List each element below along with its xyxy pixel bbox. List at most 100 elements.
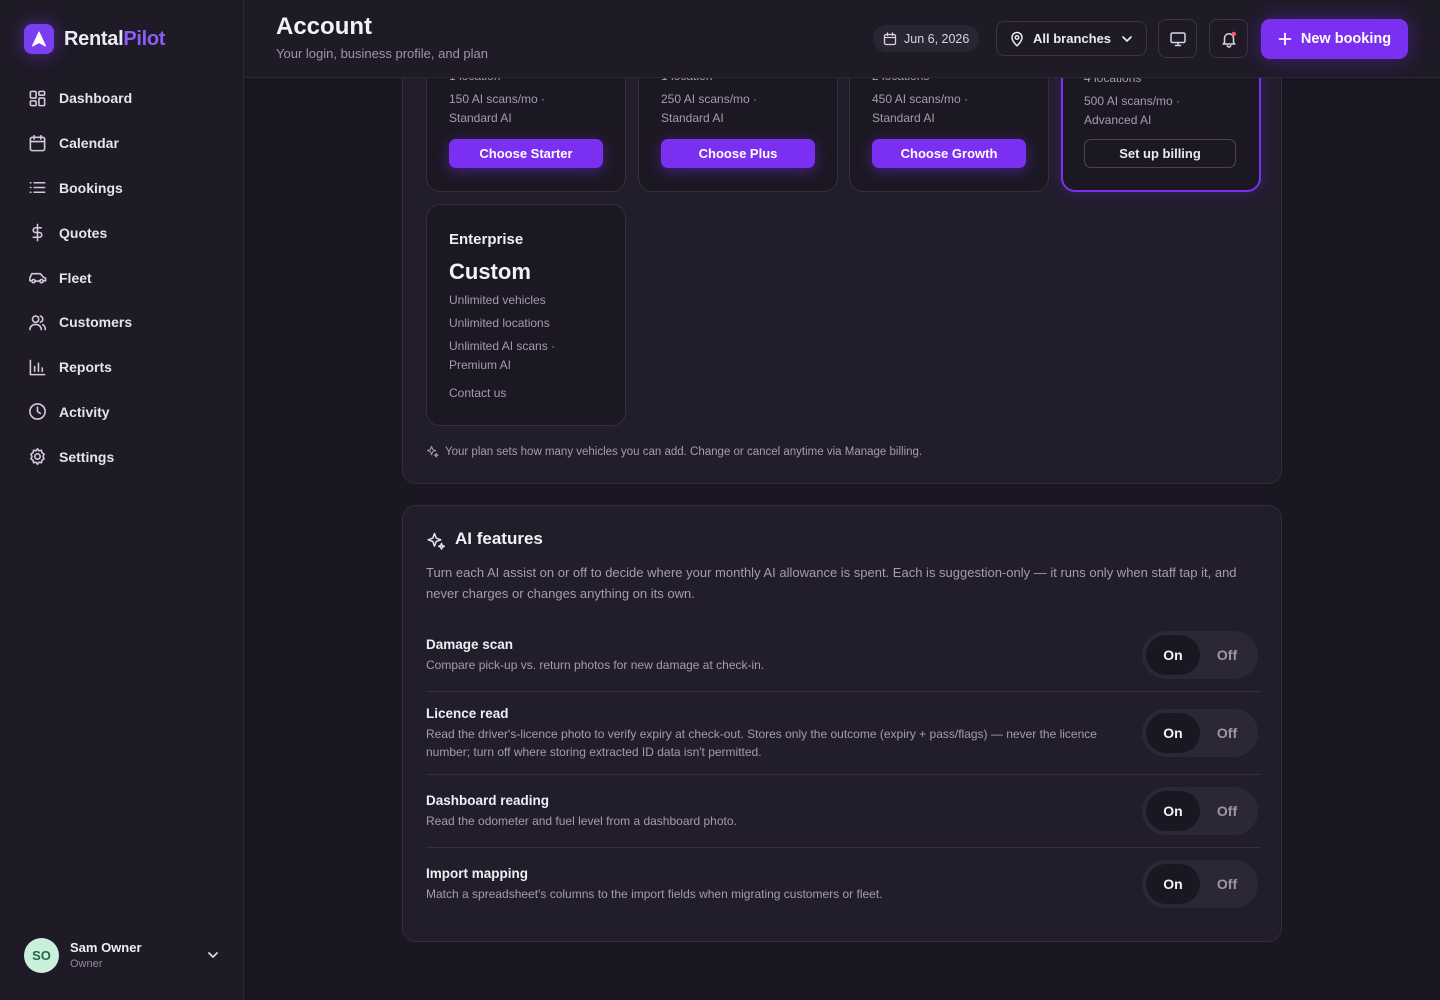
- users-icon: [29, 315, 47, 331]
- location-pin-icon: [1011, 31, 1023, 47]
- ai-feature-damage-scan: Damage scan Compare pick-up vs. return p…: [426, 637, 1260, 674]
- sidebar-nav: Dashboard Calendar Bookings Quotes Fleet…: [16, 76, 228, 479]
- damage-scan-toggle[interactable]: On Off: [1142, 631, 1258, 679]
- ai-feature-licence-read: Licence read Read the driver's-licence p…: [426, 706, 1260, 761]
- car-icon: [29, 272, 47, 284]
- display-mode-button[interactable]: [1158, 19, 1197, 58]
- chevron-down-icon: [1122, 35, 1132, 42]
- plan-scans: 150 AI scans/mo ·: [449, 92, 546, 106]
- ai-features-title: AI features: [455, 529, 543, 548]
- feature-title: Dashboard reading: [426, 793, 550, 808]
- ai-features-description: Turn each AI assist on or off to decide …: [426, 565, 1237, 601]
- toggle-off[interactable]: Off: [1200, 713, 1254, 753]
- plan-card-enterprise: Enterprise Custom Unlimited vehicles Unl…: [426, 204, 626, 426]
- avatar: SO: [24, 937, 59, 973]
- plan-scans: Unlimited AI scans ·: [449, 339, 556, 353]
- sidebar-item-fleet[interactable]: Fleet: [16, 255, 228, 300]
- grid-icon: [29, 90, 46, 107]
- sidebar-item-dashboard[interactable]: Dashboard: [16, 76, 228, 121]
- contact-us-link[interactable]: Contact us: [449, 384, 506, 403]
- choose-starter-button[interactable]: Choose Starter: [449, 139, 603, 168]
- choose-plus-button[interactable]: Choose Plus: [661, 139, 815, 168]
- page-title: Account: [276, 13, 372, 40]
- brand[interactable]: RentalPilot: [24, 24, 165, 54]
- sparkle-icon: [426, 445, 439, 458]
- sidebar: RentalPilot Dashboard Calendar Bookings …: [0, 0, 244, 1000]
- toggle-on[interactable]: On: [1146, 864, 1200, 904]
- gear-icon: [30, 448, 45, 466]
- user-menu[interactable]: SO Sam Owner Owner: [24, 937, 220, 973]
- toggle-off[interactable]: Off: [1200, 864, 1254, 904]
- sidebar-item-label: Activity: [59, 403, 110, 420]
- plus-icon: [1278, 32, 1292, 46]
- set-up-billing-button[interactable]: Set up billing: [1084, 139, 1236, 168]
- sidebar-item-label: Dashboard: [59, 90, 133, 107]
- list-icon: [29, 182, 46, 194]
- choose-growth-button[interactable]: Choose Growth: [872, 139, 1026, 168]
- calendar-icon: [29, 134, 46, 152]
- divider: [426, 691, 1260, 692]
- plan-scans: 450 AI scans/mo ·: [872, 92, 969, 106]
- sidebar-item-settings[interactable]: Settings: [16, 434, 228, 479]
- user-name: Sam Owner: [70, 940, 142, 955]
- brand-name: RentalPilot: [64, 27, 166, 50]
- clock-icon: [29, 403, 46, 421]
- notifications-button[interactable]: [1209, 19, 1248, 58]
- feature-description: Match a spreadsheet's columns to the imp…: [426, 887, 883, 901]
- ai-feature-import-mapping: Import mapping Match a spreadsheet's col…: [426, 866, 1260, 903]
- plan-price: Custom: [449, 259, 531, 284]
- user-info: Sam Owner Owner: [70, 940, 142, 970]
- sidebar-item-label: Fleet: [59, 269, 92, 286]
- sidebar-item-quotes[interactable]: Quotes: [16, 210, 228, 255]
- ai-feature-dashboard-reading: Dashboard reading Read the odometer and …: [426, 793, 1260, 830]
- plan-scans: 500 AI scans/mo ·: [1084, 94, 1181, 108]
- branch-select[interactable]: All branches: [996, 21, 1147, 56]
- monitor-icon: [1169, 31, 1186, 46]
- feature-description: Compare pick-up vs. return photos for ne…: [426, 658, 765, 672]
- sidebar-item-label: Bookings: [59, 179, 123, 196]
- branch-label: All branches: [1033, 31, 1112, 46]
- feature-description: Read the driver's-licence photo to verif…: [426, 727, 1097, 759]
- import-mapping-toggle[interactable]: On Off: [1142, 860, 1258, 908]
- plan-model: Advanced AI: [1084, 113, 1152, 127]
- bar-chart-icon: [29, 359, 46, 376]
- toggle-on[interactable]: On: [1146, 791, 1200, 831]
- brand-logo-icon: [24, 24, 54, 54]
- sidebar-item-activity[interactable]: Activity: [16, 390, 228, 435]
- date-chip[interactable]: Jun 6, 2026: [873, 25, 980, 52]
- page-subtitle: Your login, business profile, and plan: [276, 46, 488, 61]
- sidebar-item-label: Settings: [59, 448, 115, 465]
- plan-scans: 250 AI scans/mo ·: [661, 92, 758, 106]
- sidebar-item-label: Quotes: [59, 224, 108, 241]
- sidebar-item-label: Reports: [59, 359, 112, 376]
- toggle-on[interactable]: On: [1146, 713, 1200, 753]
- plan-name: Enterprise: [449, 231, 524, 248]
- feature-description: Read the odometer and fuel level from a …: [426, 814, 737, 828]
- toggle-off[interactable]: Off: [1200, 791, 1254, 831]
- sidebar-item-bookings[interactable]: Bookings: [16, 166, 228, 211]
- plan-locations: Unlimited locations: [449, 316, 550, 330]
- toggle-off[interactable]: Off: [1200, 635, 1254, 675]
- licence-read-toggle[interactable]: On Off: [1142, 709, 1258, 757]
- dollar-icon: [32, 223, 43, 242]
- toggle-on[interactable]: On: [1146, 635, 1200, 675]
- bell-icon: [1221, 31, 1236, 48]
- plan-model: Standard AI: [661, 111, 724, 125]
- plan-note: Your plan sets how many vehicles you can…: [426, 445, 922, 458]
- calendar-icon: [883, 31, 897, 45]
- top-header: Account Your login, business profile, an…: [244, 0, 1440, 78]
- divider: [426, 847, 1260, 848]
- new-booking-button[interactable]: New booking: [1261, 19, 1408, 59]
- date-label: Jun 6, 2026: [904, 31, 970, 46]
- feature-title: Licence read: [426, 706, 509, 721]
- plan-note-text: Your plan sets how many vehicles you can…: [445, 445, 923, 458]
- sidebar-item-calendar[interactable]: Calendar: [16, 121, 228, 166]
- sidebar-item-reports[interactable]: Reports: [16, 345, 228, 390]
- ai-features-panel: AI features Turn each AI assist on or of…: [402, 505, 1282, 942]
- feature-title: Import mapping: [426, 866, 528, 881]
- dashboard-reading-toggle[interactable]: On Off: [1142, 787, 1258, 835]
- plan-model: Standard AI: [449, 111, 512, 125]
- sidebar-item-customers[interactable]: Customers: [16, 300, 228, 345]
- sparkle-icon: [427, 532, 446, 550]
- plan-vehicles: Unlimited vehicles: [449, 293, 546, 307]
